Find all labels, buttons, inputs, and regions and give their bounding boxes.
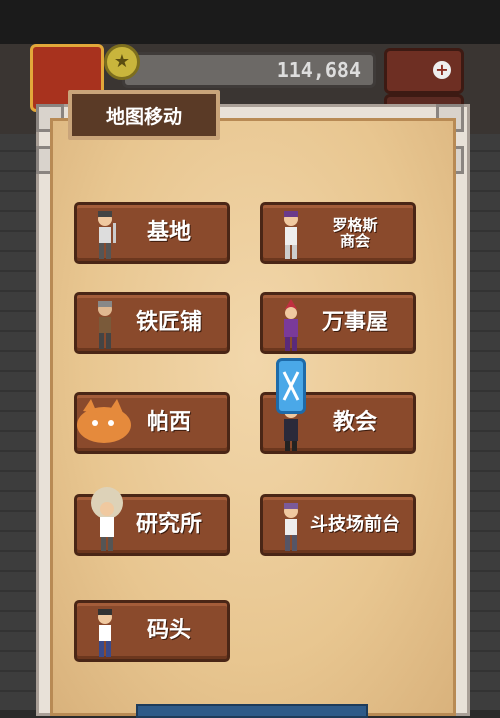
- current-location-marker: [276, 358, 306, 414]
- destination-dock-button[interactable]: 码头: [74, 600, 230, 662]
- destination-label: 罗格斯 商会: [332, 215, 378, 250]
- plus-icon: +: [433, 61, 451, 79]
- destination-base-button[interactable]: 基地: [74, 202, 230, 264]
- destination-label: 教会: [332, 409, 377, 435]
- dialog-title: 地图移动: [105, 105, 182, 128]
- destination-label: 基地: [146, 219, 191, 245]
- destination-arena-desk-button[interactable]: 斗技场前台: [260, 494, 416, 556]
- destination-blacksmith-button[interactable]: 铁匠铺: [74, 292, 230, 354]
- destination-label: 铁匠铺: [135, 309, 202, 335]
- bottom-tab-edge: [136, 704, 368, 718]
- status-strip: [0, 0, 500, 44]
- dialog-title-plate: 地图移动: [68, 90, 220, 140]
- destination-label: 斗技场前台: [310, 514, 400, 536]
- star-coin-icon: ★: [104, 44, 140, 80]
- destination-label: 万事屋: [321, 309, 388, 335]
- add-currency-button[interactable]: +: [384, 48, 464, 94]
- destination-odd-jobs-button[interactable]: 万事屋: [260, 292, 416, 354]
- destination-label: 帕西: [146, 409, 191, 435]
- currency-value: 114,684: [276, 58, 361, 82]
- destination-rogues-chamber-button[interactable]: 罗格斯 商会: [260, 202, 416, 264]
- currency-bar: 114,684: [122, 52, 376, 88]
- crossed-swords-icon: [282, 371, 300, 401]
- destination-pasi-button[interactable]: 帕西: [74, 392, 230, 454]
- destination-label: 研究所: [135, 511, 202, 537]
- destination-research-lab-button[interactable]: 研究所: [74, 487, 230, 556]
- destination-label: 码头: [146, 617, 191, 643]
